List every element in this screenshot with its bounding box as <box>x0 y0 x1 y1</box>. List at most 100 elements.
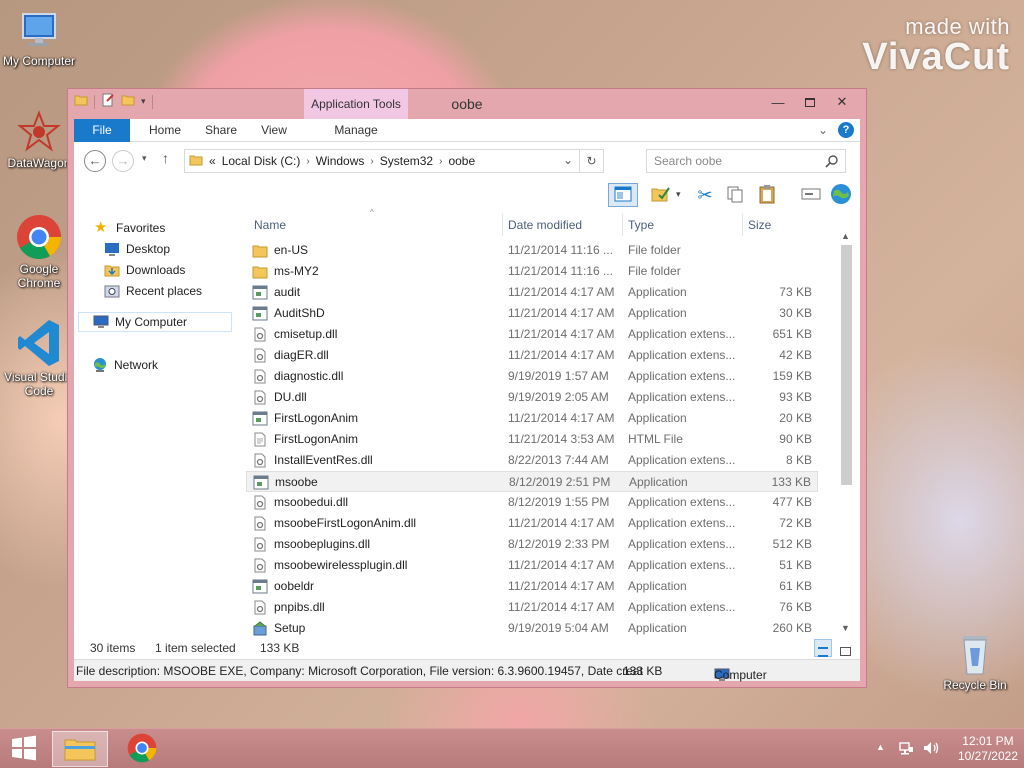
table-row[interactable]: InstallEventRes.dll 8/22/2013 7:44 AM Appl… <box>246 450 818 471</box>
taskbar-chrome[interactable] <box>114 731 170 767</box>
table-row[interactable]: FirstLogonAnim 11/21/2014 3:53 AM HTML Fil… <box>246 429 818 450</box>
desktop-icon-label: Recycle Bin <box>943 678 1007 692</box>
column-header-type[interactable]: Type <box>628 214 654 236</box>
show-hidden-icons-button[interactable]: ▲ <box>876 742 885 768</box>
maximize-button[interactable] <box>794 91 826 113</box>
file-name: diagnostic.dll <box>274 369 344 383</box>
tab-file[interactable]: File <box>74 119 130 142</box>
nav-network[interactable]: Network <box>92 355 158 375</box>
search-input[interactable]: Search oobe <box>646 149 846 173</box>
tab-manage[interactable]: Manage <box>304 119 408 142</box>
table-row[interactable]: AuditShD 11/21/2014 4:17 AM Application 30 … <box>246 303 818 324</box>
close-button[interactable]: ✕ <box>826 91 858 113</box>
network-tray-icon[interactable] <box>898 740 914 768</box>
table-row[interactable]: FirstLogonAnim 11/21/2014 4:17 AM Applicat… <box>246 408 818 429</box>
table-row[interactable]: Setup 9/19/2019 5:04 AM Application 260 KB <box>246 618 818 639</box>
copy-button[interactable] <box>722 183 748 207</box>
table-row[interactable]: msoobeFirstLogonAnim.dll 11/21/2014 4:17 … <box>246 513 818 534</box>
column-divider[interactable] <box>502 214 503 236</box>
vertical-scrollbar[interactable]: ▲ ▼ <box>838 229 854 635</box>
forward-button[interactable]: → <box>112 150 134 172</box>
refresh-button[interactable]: ↻ <box>579 150 603 172</box>
breadcrumb-overflow[interactable]: « <box>209 154 216 168</box>
column-divider[interactable] <box>622 214 623 236</box>
scroll-up-icon[interactable]: ▲ <box>841 231 850 241</box>
file-date: 8/12/2019 2:51 PM <box>509 475 611 489</box>
dll-icon <box>252 516 268 531</box>
properties-button[interactable] <box>648 183 674 207</box>
address-dropdown-icon[interactable]: ⌄ <box>563 153 573 167</box>
column-divider[interactable] <box>742 214 743 236</box>
cut-button[interactable]: ✂ <box>692 183 718 207</box>
file-size: 20 KB <box>779 411 812 425</box>
rename-bar-button[interactable] <box>798 183 824 207</box>
table-row[interactable]: msoobedui.dll 8/12/2019 1:55 PM Applicatio… <box>246 492 818 513</box>
table-row[interactable]: ms-MY2 11/21/2014 11:16 ... File folder <box>246 261 818 282</box>
nav-label: Network <box>114 358 159 372</box>
column-header-size[interactable]: Size <box>748 214 771 236</box>
table-row[interactable]: diagnostic.dll 9/19/2019 1:57 AM Applicati… <box>246 366 818 387</box>
nav-favorites[interactable]: ★ Favorites <box>94 218 165 238</box>
details-view-button[interactable] <box>814 639 832 657</box>
nav-recent-places[interactable]: Recent places <box>104 281 202 301</box>
desktop-icon-recycle-bin[interactable]: Recycle Bin <box>936 630 1014 692</box>
chevron-right-icon[interactable]: › <box>370 156 373 167</box>
table-row[interactable]: pnpibs.dll 11/21/2014 4:17 AM Application … <box>246 597 818 618</box>
breadcrumb-system32[interactable]: System32 <box>380 154 433 168</box>
table-row[interactable]: cmisetup.dll 11/21/2014 4:17 AM Applicatio… <box>246 324 818 345</box>
table-row[interactable]: diagER.dll 11/21/2014 4:17 AM Application … <box>246 345 818 366</box>
taskbar-clock[interactable]: 12:01 PM 10/27/2022 <box>958 734 1018 764</box>
desktop-icon-my-computer[interactable]: My Computer <box>0 8 78 68</box>
content-area: ★ Favorites Desktop Downloads Recent pla… <box>74 208 860 639</box>
status-item-count: 30 items <box>90 641 136 655</box>
table-row-selected[interactable]: msoobe 8/12/2019 2:51 PM Application 133 KB <box>246 471 818 492</box>
chevron-right-icon[interactable]: › <box>439 156 442 167</box>
tab-share[interactable]: Share <box>196 119 246 142</box>
tab-home[interactable]: Home <box>138 119 192 142</box>
address-bar[interactable]: « Local Disk (C:) › Windows › System32 ›… <box>184 149 604 173</box>
chevron-right-icon[interactable]: › <box>306 156 309 167</box>
large-icons-view-button[interactable] <box>836 639 854 657</box>
file-size: 51 KB <box>779 558 812 572</box>
start-button[interactable] <box>0 731 48 767</box>
breadcrumb-windows[interactable]: Windows <box>316 154 365 168</box>
scrollbar-thumb[interactable] <box>841 245 852 485</box>
paste-button[interactable] <box>754 183 780 207</box>
table-row[interactable]: DU.dll 9/19/2019 2:05 AM Application exten… <box>246 387 818 408</box>
column-header-date[interactable]: Date modified <box>508 214 582 236</box>
globe-button[interactable] <box>828 183 854 207</box>
title-bar[interactable]: ▾ Application Tools oobe — ✕ <box>68 89 866 119</box>
chrome-icon <box>16 214 62 260</box>
table-row[interactable]: en-US 11/21/2014 11:16 ... File folder <box>246 240 818 261</box>
chevron-down-icon[interactable]: ⌄ <box>818 123 828 137</box>
volume-tray-icon[interactable] <box>922 740 940 768</box>
taskbar-file-explorer[interactable] <box>52 731 108 767</box>
file-list[interactable]: ^ Name Date modified Type Size en-US 11/2… <box>246 208 844 639</box>
up-button[interactable]: ↑ <box>162 150 169 166</box>
preview-pane-button[interactable] <box>608 183 638 207</box>
table-row[interactable]: audit 11/21/2014 4:17 AM Application 73 KB <box>246 282 818 303</box>
nav-desktop[interactable]: Desktop <box>104 239 170 259</box>
column-header-name[interactable]: Name <box>254 214 286 236</box>
help-icon[interactable]: ? <box>838 122 854 138</box>
breadcrumb-oobe[interactable]: oobe <box>448 154 475 168</box>
nav-downloads[interactable]: Downloads <box>104 260 185 280</box>
scroll-down-icon[interactable]: ▼ <box>841 623 850 633</box>
table-row[interactable]: msoobeplugins.dll 8/12/2019 2:33 PM Applic… <box>246 534 818 555</box>
explorer-window[interactable]: ▾ Application Tools oobe — ✕ File Home S… <box>67 88 867 688</box>
breadcrumb-local-disk[interactable]: Local Disk (C:) <box>222 154 301 168</box>
nav-my-computer[interactable]: My Computer <box>78 312 232 332</box>
table-row[interactable]: oobeldr 11/21/2014 4:17 AM Application 61 K… <box>246 576 818 597</box>
star-icon: ★ <box>94 219 108 236</box>
recent-locations-icon[interactable]: ▾ <box>142 153 147 164</box>
minimize-button[interactable]: — <box>762 91 794 113</box>
properties-dropdown-icon[interactable]: ▾ <box>676 189 681 200</box>
tab-view[interactable]: View <box>252 119 296 142</box>
table-row[interactable]: msoobewirelessplugin.dll 11/21/2014 4:17 … <box>246 555 818 576</box>
back-button[interactable]: ← <box>84 150 106 172</box>
file-type: Application <box>628 306 687 320</box>
folder-icon <box>252 264 268 279</box>
navigation-pane[interactable]: ★ Favorites Desktop Downloads Recent pla… <box>74 211 244 637</box>
recent-places-icon <box>104 283 120 299</box>
app-icon <box>252 411 268 426</box>
